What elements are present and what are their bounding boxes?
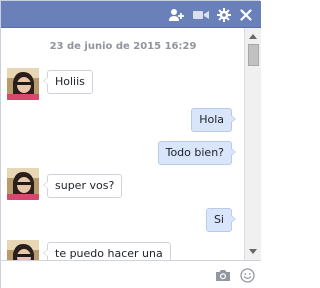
camera-icon[interactable] (215, 267, 231, 283)
chat-window: 23 de junio de 2015 16:29 Holiis Hola To… (0, 0, 261, 288)
scrollbar[interactable] (244, 28, 261, 260)
scroll-up-arrow-icon[interactable] (249, 34, 257, 39)
avatar[interactable] (7, 240, 39, 260)
composer (1, 260, 261, 288)
scroll-down-arrow-icon[interactable] (249, 249, 257, 254)
avatar[interactable] (7, 68, 39, 100)
incoming-message: te puedo hacer una (43, 242, 171, 260)
scroll-thumb[interactable] (248, 44, 259, 66)
close-icon[interactable] (237, 6, 255, 24)
avatar[interactable] (7, 168, 39, 200)
add-people-icon[interactable] (168, 6, 186, 24)
message-input[interactable] (5, 265, 205, 285)
outgoing-message: Si (205, 208, 237, 232)
incoming-message: Holiis (43, 70, 93, 94)
message-list[interactable]: 23 de junio de 2015 16:29 Holiis Hola To… (2, 28, 244, 260)
gear-icon[interactable] (215, 6, 233, 24)
outgoing-message: Todo bien? (157, 141, 237, 165)
video-call-icon[interactable] (192, 6, 210, 24)
emoji-icon[interactable] (239, 267, 255, 283)
chat-header (1, 1, 261, 28)
conversation-timestamp: 23 de junio de 2015 16:29 (49, 41, 197, 52)
incoming-message: super vos? (42, 174, 123, 198)
outgoing-message: Hola (191, 108, 236, 132)
